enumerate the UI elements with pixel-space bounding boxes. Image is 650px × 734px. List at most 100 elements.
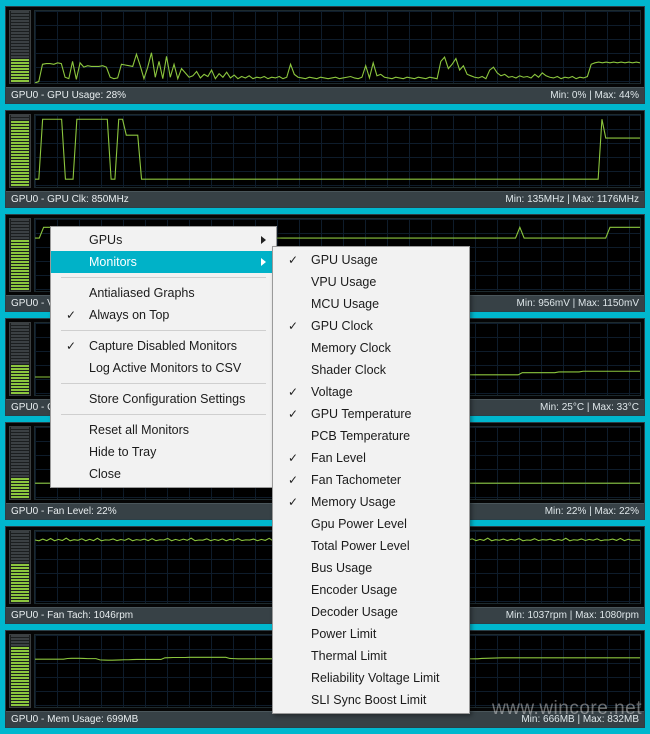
- gauge-segment: [11, 668, 29, 670]
- gauge-segment: [11, 365, 29, 367]
- menu-item-hide-to-tray[interactable]: Hide to Tray: [51, 441, 276, 463]
- gauge-segment: [11, 264, 29, 266]
- menu-item-total-power-level[interactable]: Total Power Level: [273, 535, 469, 557]
- gauge-segment: [11, 442, 29, 444]
- menu-item-fan-tachometer[interactable]: ✓ Fan Tachometer: [273, 469, 469, 491]
- menu-item-mcu-usage[interactable]: MCU Usage: [273, 293, 469, 315]
- gauge-segment: [11, 457, 29, 459]
- gauge-segment: [11, 145, 29, 147]
- panel-minmax: Min: 1037rpm | Max: 1080rpm: [505, 610, 639, 621]
- gauge-segment: [11, 567, 29, 569]
- menu-item-label: GPU Usage: [311, 253, 378, 267]
- menu-item-antialiased-graphs[interactable]: Antialiased Graphs: [51, 282, 276, 304]
- menu-item-store-configuration-settings[interactable]: Store Configuration Settings: [51, 388, 276, 410]
- menu-item-label: Bus Usage: [311, 561, 373, 575]
- gauge-segment: [11, 588, 29, 590]
- panel-minmax: Min: 135MHz | Max: 1176MHz: [505, 194, 639, 205]
- panel-minmax: Min: 22% | Max: 22%: [544, 506, 639, 517]
- gauge-segment: [11, 546, 29, 548]
- gauge-segment: [11, 389, 29, 391]
- monitors-submenu[interactable]: ✓ GPU Usage VPU Usage MCU Usage ✓ GPU Clock Me…: [272, 246, 470, 714]
- gauge-segment: [11, 77, 29, 79]
- menu-item-gpu-usage[interactable]: ✓ GPU Usage: [273, 249, 469, 271]
- gauge-segment: [11, 368, 29, 370]
- gauge-segment: [11, 695, 29, 697]
- gauge-segment: [11, 65, 29, 67]
- gauge-segment: [11, 56, 29, 58]
- menu-item-label: Close: [89, 467, 121, 481]
- gauge-segment: [11, 472, 29, 474]
- graph-area: [6, 111, 644, 191]
- menu-item-label: SLI Sync Boost Limit: [311, 693, 427, 707]
- menu-item-thermal-limit[interactable]: Thermal Limit: [273, 645, 469, 667]
- panel-label: GPU0 - Fan Tach: 1046rpm: [11, 610, 134, 621]
- level-gauge: [9, 10, 31, 84]
- gauge-segment: [11, 463, 29, 465]
- menu-item-memory-usage[interactable]: ✓ Memory Usage: [273, 491, 469, 513]
- gauge-segment: [11, 258, 29, 260]
- menu-item-label: Thermal Limit: [311, 649, 387, 663]
- level-gauge: [9, 322, 31, 396]
- gauge-segment: [11, 656, 29, 658]
- menu-item-gpus[interactable]: GPUs: [51, 229, 276, 251]
- menu-item-bus-usage[interactable]: Bus Usage: [273, 557, 469, 579]
- menu-item-pcb-temperature[interactable]: PCB Temperature: [273, 425, 469, 447]
- gauge-segment: [11, 14, 29, 16]
- gauge-segment: [11, 35, 29, 37]
- menu-item-monitors[interactable]: Monitors: [51, 251, 276, 273]
- gauge-segment: [11, 466, 29, 468]
- menu-item-encoder-usage[interactable]: Encoder Usage: [273, 579, 469, 601]
- menu-item-reliability-voltage-limit[interactable]: Reliability Voltage Limit: [273, 667, 469, 689]
- menu-item-label: Power Limit: [311, 627, 377, 641]
- gauge-segment: [11, 139, 29, 141]
- gauge-segment: [11, 133, 29, 135]
- graph-panel[interactable]: GPU0 - GPU Usage: 28% Min: 0% | Max: 44%: [5, 6, 645, 104]
- context-menu[interactable]: GPUs Monitors Antialiased Graphs ✓ Always on…: [50, 226, 277, 488]
- gauge-segment: [11, 11, 29, 13]
- menu-item-sli-sync-boost-limit[interactable]: SLI Sync Boost Limit: [273, 689, 469, 711]
- gauge-segment: [11, 41, 29, 43]
- gauge-segment: [11, 558, 29, 560]
- menu-item-close[interactable]: Close: [51, 463, 276, 485]
- menu-item-capture-disabled-monitors[interactable]: ✓ Capture Disabled Monitors: [51, 335, 276, 357]
- gauge-segment: [11, 68, 29, 70]
- gauge-segment: [11, 644, 29, 646]
- menu-separator: [61, 414, 266, 415]
- menu-item-gpu-clock[interactable]: ✓ GPU Clock: [273, 315, 469, 337]
- menu-item-label: GPU Clock: [311, 319, 373, 333]
- menu-item-memory-clock[interactable]: Memory Clock: [273, 337, 469, 359]
- gauge-segment: [11, 234, 29, 236]
- menu-item-label: Memory Clock: [311, 341, 391, 355]
- check-icon: ✓: [287, 253, 299, 267]
- check-icon: ✓: [287, 319, 299, 333]
- menu-item-vpu-usage[interactable]: VPU Usage: [273, 271, 469, 293]
- menu-item-reset-all-monitors[interactable]: Reset all Monitors: [51, 419, 276, 441]
- gauge-segment: [11, 74, 29, 76]
- menu-item-log-active-monitors-to-csv[interactable]: Log Active Monitors to CSV: [51, 357, 276, 379]
- menu-item-voltage[interactable]: ✓ Voltage: [273, 381, 469, 403]
- panel-minmax: Min: 0% | Max: 44%: [550, 90, 639, 101]
- menu-item-gpu-temperature[interactable]: ✓ GPU Temperature: [273, 403, 469, 425]
- menu-item-label: Store Configuration Settings: [89, 392, 246, 406]
- gauge-segment: [11, 341, 29, 343]
- check-icon: ✓: [287, 407, 299, 421]
- menu-item-power-limit[interactable]: Power Limit: [273, 623, 469, 645]
- menu-item-gpu-power-level[interactable]: Gpu Power Level: [273, 513, 469, 535]
- gauge-segment: [11, 680, 29, 682]
- gauge-segment: [11, 665, 29, 667]
- gauge-segment: [11, 540, 29, 542]
- graph-panel[interactable]: GPU0 - GPU Clk: 850MHz Min: 135MHz | Max:…: [5, 110, 645, 208]
- gauge-segment: [11, 600, 29, 602]
- menu-item-fan-level[interactable]: ✓ Fan Level: [273, 447, 469, 469]
- menu-item-decoder-usage[interactable]: Decoder Usage: [273, 601, 469, 623]
- menu-item-label: Fan Level: [311, 451, 366, 465]
- menu-item-shader-clock[interactable]: Shader Clock: [273, 359, 469, 381]
- gauge-segment: [11, 674, 29, 676]
- gauge-segment: [11, 543, 29, 545]
- menu-item-always-on-top[interactable]: ✓ Always on Top: [51, 304, 276, 326]
- gauge-segment: [11, 591, 29, 593]
- gauge-segment: [11, 222, 29, 224]
- gauge-segment: [11, 427, 29, 429]
- gauge-segment: [11, 228, 29, 230]
- gauge-segment: [11, 436, 29, 438]
